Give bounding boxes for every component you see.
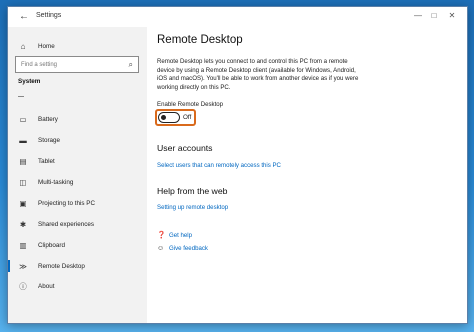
sidebar-item-battery[interactable]: ▭ Battery (16, 110, 144, 128)
sidebar-item-label: Battery (38, 115, 58, 123)
search-input[interactable]: Find a setting ⌕ (15, 56, 139, 73)
clipboard-icon: ▥ (19, 240, 27, 250)
sidebar-item-label: Clipboard (38, 241, 65, 249)
sidebar-item-home[interactable]: ⌂ Home (16, 37, 144, 55)
sidebar-item-clipboard[interactable]: ▥ Clipboard (16, 236, 144, 254)
sidebar-item-tablet[interactable]: ▤ Tablet (16, 152, 144, 170)
remote-desktop-toggle[interactable] (158, 112, 180, 123)
tablet-icon: ▤ (19, 156, 27, 166)
back-arrow-icon[interactable]: ← (16, 9, 32, 25)
storage-icon: ▬ (19, 135, 27, 145)
give-feedback-row[interactable]: ☺ Give feedback (157, 245, 208, 252)
help-icon: ❓ (157, 232, 166, 239)
search-placeholder: Find a setting (21, 61, 58, 68)
main-content: Remote Desktop Remote Desktop lets you c… (155, 7, 466, 323)
scroll-indicator (18, 96, 24, 97)
sidebar-item-label: Projecting to this PC (38, 199, 96, 207)
info-icon: ⓘ (19, 281, 27, 291)
sidebar-item-label: Remote Desktop (38, 262, 85, 270)
home-icon: ⌂ (20, 41, 26, 51)
give-feedback-link[interactable]: Give feedback (169, 245, 208, 252)
sidebar-item-multitasking[interactable]: ◫ Multi-tasking (16, 173, 144, 191)
sidebar-item-label: Tablet (38, 157, 55, 165)
section-heading-system: System (18, 78, 41, 85)
select-users-link[interactable]: Select users that can remotely access th… (157, 162, 281, 169)
sidebar-item-storage[interactable]: ▬ Storage (16, 131, 144, 149)
sidebar-item-shared-experiences[interactable]: ✱ Shared experiences (16, 215, 144, 233)
help-heading: Help from the web (157, 186, 228, 196)
window-title: Settings (36, 12, 62, 19)
toggle-label: Enable Remote Desktop (157, 101, 224, 108)
get-help-row[interactable]: ❓ Get help (157, 231, 192, 240)
sidebar-item-label: Storage (38, 136, 61, 144)
multitasking-icon: ◫ (19, 177, 27, 187)
sidebar-item-label: Shared experiences (38, 220, 95, 228)
sidebar-item-projecting[interactable]: ▣ Projecting to this PC (16, 194, 144, 212)
shared-experiences-icon: ✱ (19, 219, 27, 229)
user-accounts-heading: User accounts (157, 143, 213, 153)
page-description: Remote Desktop lets you connect to and c… (157, 58, 359, 91)
search-icon[interactable]: ⌕ (129, 60, 133, 70)
setup-remote-desktop-link[interactable]: Setting up remote desktop (157, 204, 228, 211)
page-title: Remote Desktop (157, 34, 243, 46)
toggle-state: Off (183, 114, 192, 121)
toggle-knob (161, 115, 166, 120)
feedback-icon: ☺ (157, 245, 165, 252)
remote-desktop-icon: ≫ (19, 261, 27, 271)
get-help-link[interactable]: Get help (169, 232, 192, 239)
battery-icon: ▭ (19, 114, 27, 124)
sidebar-item-about[interactable]: ⓘ About (16, 277, 144, 295)
sidebar-item-remote-desktop[interactable]: ≫ Remote Desktop (8, 257, 144, 275)
sidebar-item-label: Home (38, 42, 55, 50)
sidebar-item-label: About (38, 282, 55, 290)
sidebar-item-label: Multi-tasking (38, 178, 74, 186)
settings-window: ← Settings — □ ✕ ⌂ Home Find a setting ⌕… (7, 6, 468, 324)
projecting-icon: ▣ (19, 198, 27, 208)
